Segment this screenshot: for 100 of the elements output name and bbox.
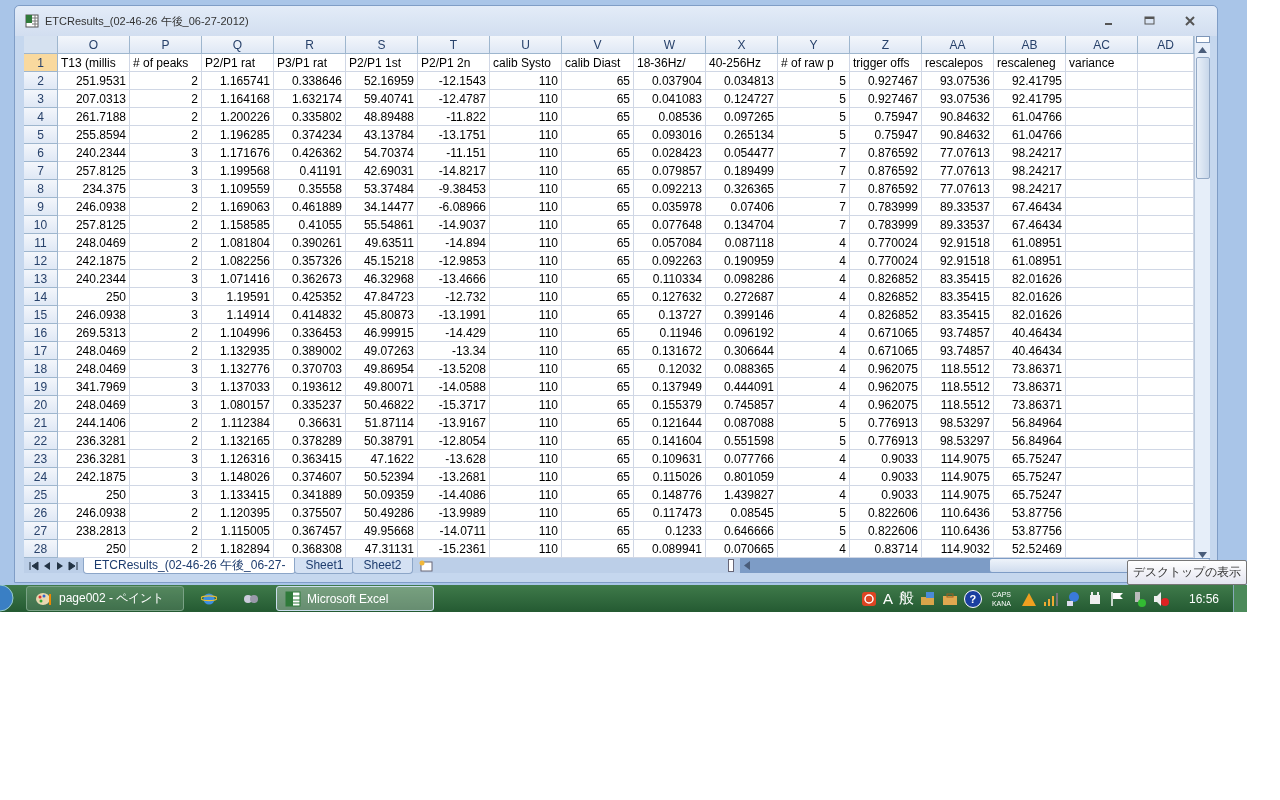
column-header[interactable]: X <box>706 36 778 54</box>
row-header[interactable]: 19 <box>24 378 58 396</box>
column-header[interactable]: O <box>58 36 130 54</box>
table-cell: P2/P1 1st <box>346 54 418 72</box>
table-cell: 65 <box>562 216 634 234</box>
row-header[interactable]: 12 <box>24 252 58 270</box>
first-sheet-icon[interactable] <box>28 560 40 571</box>
table-cell: 0.041083 <box>634 90 706 108</box>
table-cell: 110 <box>490 360 562 378</box>
table-cell: 4 <box>778 360 850 378</box>
table-cell: 0.079857 <box>634 162 706 180</box>
row-header[interactable]: 25 <box>24 486 58 504</box>
row-header[interactable]: 15 <box>24 306 58 324</box>
column-header[interactable]: W <box>634 36 706 54</box>
table-cell: 3 <box>130 306 202 324</box>
row-header[interactable]: 17 <box>24 342 58 360</box>
table-cell: 1.071416 <box>202 270 274 288</box>
column-header[interactable]: Z <box>850 36 922 54</box>
table-cell: 0.375507 <box>274 504 346 522</box>
row-header[interactable]: 4 <box>24 108 58 126</box>
maximize-icon[interactable] <box>1144 16 1155 26</box>
table-cell: 4 <box>778 306 850 324</box>
row-header[interactable]: 22 <box>24 432 58 450</box>
row-header[interactable]: 7 <box>24 162 58 180</box>
table-cell <box>1066 90 1138 108</box>
start-orb-icon[interactable] <box>0 585 14 612</box>
signal-bars-icon[interactable] <box>1042 590 1059 607</box>
row-header[interactable]: 24 <box>24 468 58 486</box>
row-header[interactable]: 2 <box>24 72 58 90</box>
row-header[interactable]: 14 <box>24 288 58 306</box>
vertical-scrollbar[interactable] <box>1194 36 1210 558</box>
clock[interactable]: 16:56 <box>1188 591 1219 606</box>
column-header[interactable]: R <box>274 36 346 54</box>
column-header[interactable]: S <box>346 36 418 54</box>
row-header[interactable]: 16 <box>24 324 58 342</box>
column-header[interactable]: Q <box>202 36 274 54</box>
table-cell: 3 <box>130 450 202 468</box>
last-sheet-icon[interactable] <box>67 560 79 571</box>
column-header[interactable]: AC <box>1066 36 1138 54</box>
row-header[interactable]: 20 <box>24 396 58 414</box>
table-cell: 2 <box>130 126 202 144</box>
table-cell <box>1066 72 1138 90</box>
row-header[interactable]: 27 <box>24 522 58 540</box>
column-header[interactable]: Y <box>778 36 850 54</box>
column-header[interactable]: U <box>490 36 562 54</box>
table-cell: 1.199568 <box>202 162 274 180</box>
table-cell: 0.117473 <box>634 504 706 522</box>
column-header[interactable]: P <box>130 36 202 54</box>
table-cell: 110 <box>490 342 562 360</box>
row-header[interactable]: 8 <box>24 180 58 198</box>
column-header[interactable]: V <box>562 36 634 54</box>
table-cell: 7 <box>778 198 850 216</box>
taskbar-button[interactable]: page002 - ペイント <box>26 586 184 611</box>
table-cell: -13.2681 <box>418 468 490 486</box>
row-header[interactable]: 23 <box>24 450 58 468</box>
column-header[interactable]: AA <box>922 36 994 54</box>
row-header[interactable]: 3 <box>24 90 58 108</box>
ime-mode-indicator[interactable]: A <box>882 590 893 607</box>
split-box[interactable] <box>1195 36 1210 43</box>
table-cell: 1.132935 <box>202 342 274 360</box>
table-cell: 0.193612 <box>274 378 346 396</box>
table-cell: 1.439827 <box>706 486 778 504</box>
down-arrow-icon[interactable] <box>1198 552 1207 558</box>
row-header[interactable]: 6 <box>24 144 58 162</box>
row-header[interactable]: 28 <box>24 540 58 558</box>
toolbox-icon[interactable] <box>941 590 958 607</box>
row-header[interactable]: 5 <box>24 126 58 144</box>
column-header[interactable]: T <box>418 36 490 54</box>
table-cell: rescaleneg <box>994 54 1066 72</box>
row-header[interactable]: 11 <box>24 234 58 252</box>
row-header[interactable]: 13 <box>24 270 58 288</box>
tray-app-icon[interactable] <box>860 590 877 607</box>
help-button[interactable]: ? <box>963 589 982 608</box>
table-cell: 2 <box>130 108 202 126</box>
table-cell <box>1066 450 1138 468</box>
table-cell: 1.196285 <box>202 126 274 144</box>
split-handle[interactable] <box>728 559 734 572</box>
row-header[interactable]: 1 <box>24 54 58 72</box>
speaker-muted-icon[interactable] <box>1152 590 1169 607</box>
table-cell: 93.74857 <box>922 342 994 360</box>
toolbox-icon[interactable] <box>919 590 936 607</box>
ime-mode-indicator[interactable]: 般 <box>898 589 914 608</box>
table-cell: 2 <box>130 90 202 108</box>
table-cell: 3 <box>130 486 202 504</box>
row-header[interactable]: 10 <box>24 216 58 234</box>
scroll-thumb[interactable] <box>1195 57 1210 179</box>
row-header[interactable]: 9 <box>24 198 58 216</box>
column-header[interactable]: AB <box>994 36 1066 54</box>
row-header[interactable]: 21 <box>24 414 58 432</box>
close-icon[interactable] <box>1185 16 1195 26</box>
table-cell: 110 <box>490 162 562 180</box>
up-arrow-icon[interactable] <box>1198 47 1207 53</box>
table-cell: 0.801059 <box>706 468 778 486</box>
network-icon[interactable] <box>1064 590 1081 607</box>
row-header[interactable]: 26 <box>24 504 58 522</box>
table-cell: 1.082256 <box>202 252 274 270</box>
column-header[interactable]: AD <box>1138 36 1194 54</box>
table-cell: 1.164168 <box>202 90 274 108</box>
flag-icon[interactable] <box>1108 590 1125 607</box>
row-header[interactable]: 18 <box>24 360 58 378</box>
